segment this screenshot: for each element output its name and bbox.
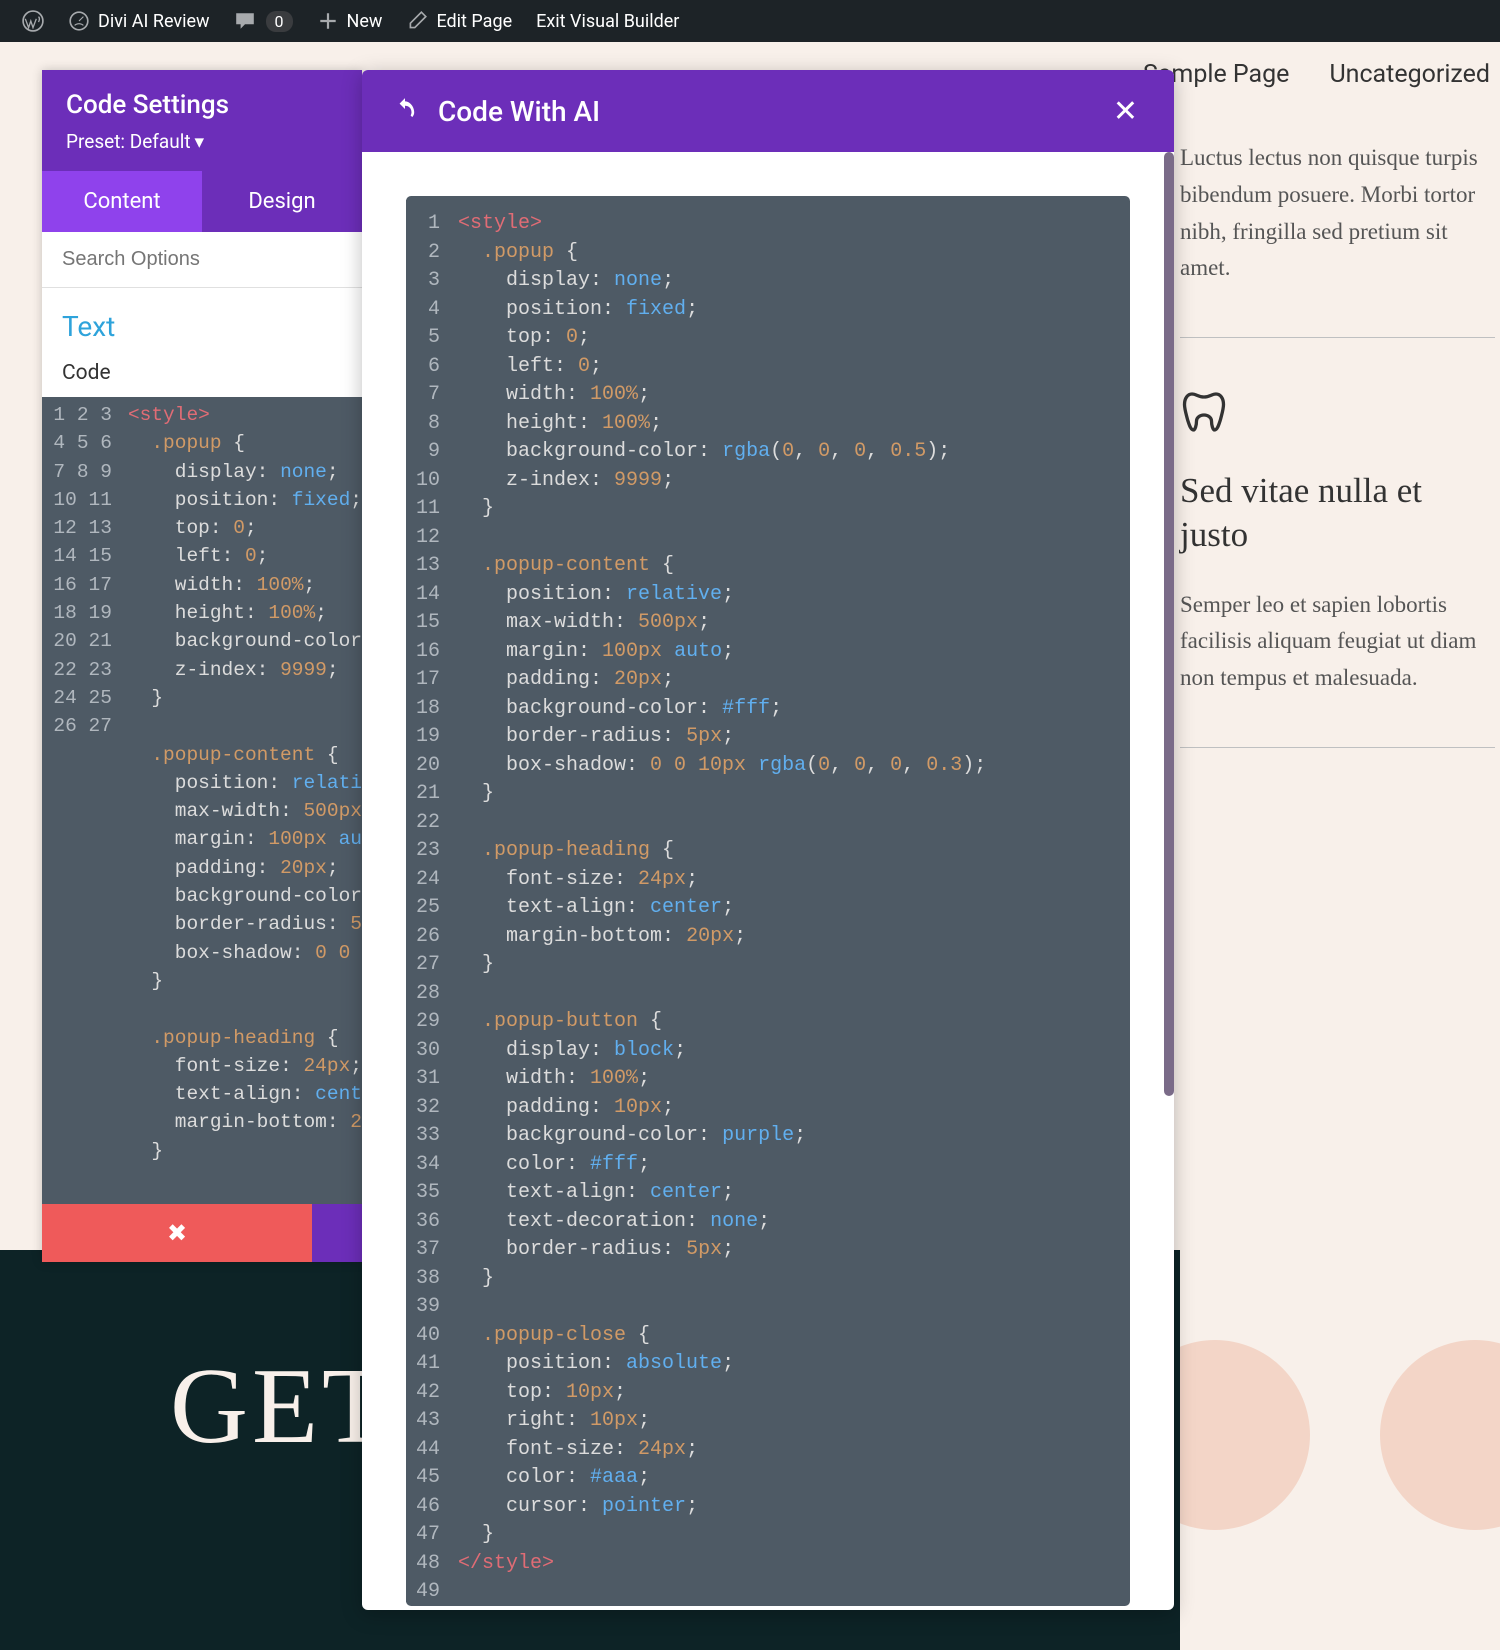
- sidebar-heading-2: Sed vitae nulla et justo: [1180, 469, 1495, 557]
- back-button[interactable]: [392, 96, 418, 126]
- exit-builder[interactable]: Exit Visual Builder: [524, 11, 691, 32]
- text-section-header[interactable]: Text: [42, 288, 362, 351]
- search-wrapper: [42, 232, 362, 288]
- tooth-icon: [1180, 388, 1228, 436]
- code-lines[interactable]: <style> .popup { display: none; position…: [454, 200, 986, 1602]
- comments[interactable]: 0: [222, 10, 305, 32]
- sidebar-content: Luctus lectus non quisque turpis bibendu…: [1180, 140, 1500, 798]
- scrollbar[interactable]: [1164, 152, 1174, 1096]
- cancel-button[interactable]: ✖: [42, 1204, 312, 1262]
- undo-icon: [392, 96, 418, 122]
- plus-icon: [317, 10, 339, 32]
- line-gutter: 1 2 3 4 5 6 7 8 9 10 11 12 13 14 15 16 1…: [406, 200, 454, 1602]
- code-lines[interactable]: <style> .popup { display: none; position…: [126, 397, 362, 1204]
- code-with-ai-panel: Code With AI ✕ 1 2 3 4 5 6 7 8 9 10 11 1…: [362, 70, 1174, 1610]
- code-field-label: Code: [42, 351, 362, 397]
- sidebar-para-1: Luctus lectus non quisque turpis bibendu…: [1180, 140, 1495, 287]
- settings-title: Code Settings: [66, 90, 338, 120]
- save-button[interactable]: [312, 1204, 362, 1262]
- code-editor-small[interactable]: 1 2 3 4 5 6 7 8 9 10 11 12 13 14 15 16 1…: [42, 397, 362, 1204]
- close-icon: ✖: [167, 1219, 187, 1247]
- nav-uncategorized[interactable]: Uncategorized: [1329, 60, 1490, 89]
- ai-title: Code With AI: [438, 95, 1087, 128]
- settings-header: Code Settings Preset: Default▾: [42, 70, 362, 171]
- ai-header: Code With AI ✕: [362, 70, 1174, 152]
- pencil-icon: [406, 10, 428, 32]
- code-settings-panel: Code Settings Preset: Default▾ Content D…: [42, 70, 362, 1262]
- settings-footer: ✖: [42, 1204, 362, 1262]
- new[interactable]: New: [305, 10, 395, 32]
- search-input[interactable]: [42, 232, 362, 287]
- edit-page[interactable]: Edit Page: [394, 10, 524, 32]
- wp-logo[interactable]: [10, 10, 56, 32]
- wordpress-icon: [22, 10, 44, 32]
- comment-icon: [234, 10, 256, 32]
- dashboard-icon: [68, 10, 90, 32]
- tab-content[interactable]: Content: [42, 171, 202, 232]
- ai-body: 1 2 3 4 5 6 7 8 9 10 11 12 13 14 15 16 1…: [362, 152, 1174, 1610]
- settings-tabs: Content Design: [42, 171, 362, 232]
- tab-design[interactable]: Design: [202, 171, 362, 232]
- site-title[interactable]: Divi AI Review: [56, 10, 222, 32]
- code-editor-large[interactable]: 1 2 3 4 5 6 7 8 9 10 11 12 13 14 15 16 1…: [406, 196, 1130, 1606]
- chevron-down-icon: ▾: [195, 130, 205, 153]
- line-gutter: 1 2 3 4 5 6 7 8 9 10 11 12 13 14 15 16 1…: [42, 397, 126, 1204]
- sidebar-para-2: Semper leo et sapien lobortis facilisis …: [1180, 587, 1495, 697]
- admin-bar: Divi AI Review 0 New Edit Page Exit Visu…: [0, 0, 1500, 42]
- close-button[interactable]: ✕: [1107, 88, 1144, 135]
- top-nav: Sample Page Uncategorized: [1143, 60, 1490, 89]
- divider: [1180, 337, 1495, 338]
- preset-selector[interactable]: Preset: Default▾: [66, 130, 338, 153]
- divider: [1180, 747, 1495, 748]
